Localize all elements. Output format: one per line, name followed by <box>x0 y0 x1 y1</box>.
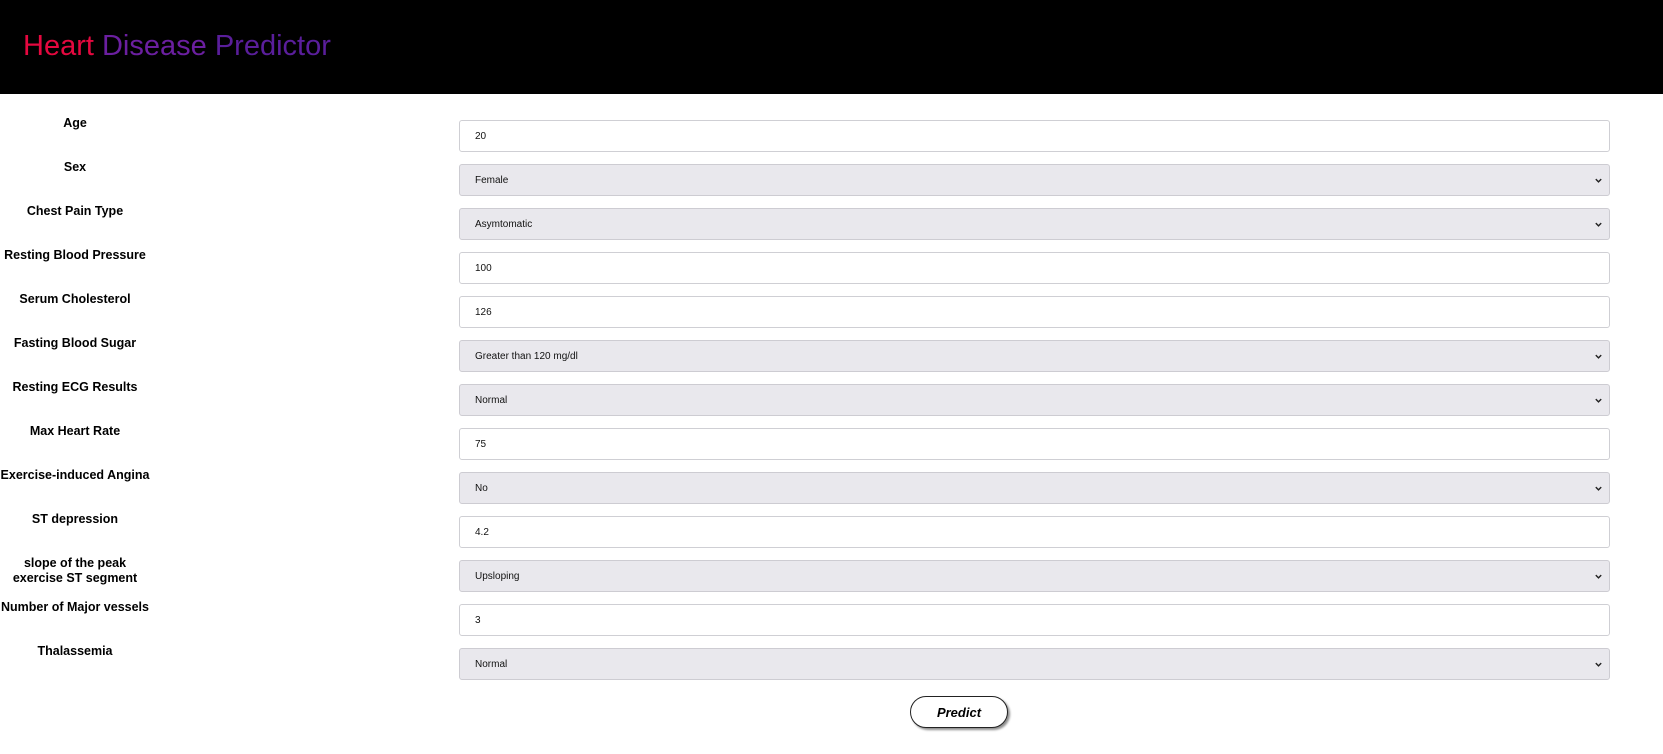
max-heart-rate-label: Max Heart Rate <box>29 424 121 438</box>
resting-ecg-value: Normal <box>475 394 508 406</box>
age-value: 20 <box>475 130 487 142</box>
form-row-st-depression: ST depression 4.2 <box>0 510 1663 554</box>
thalassemia-value: Normal <box>475 658 508 670</box>
cholesterol-value: 126 <box>475 306 492 318</box>
sex-select[interactable]: Female <box>459 164 1610 196</box>
form-row-angina: Exercise-induced Angina No <box>0 466 1663 510</box>
resting-bp-value: 100 <box>475 262 492 274</box>
max-heart-rate-value: 75 <box>475 438 487 450</box>
st-depression-label: ST depression <box>31 512 119 526</box>
predict-button[interactable]: Predict <box>910 696 1008 728</box>
form-row-age: Age 20 <box>0 114 1663 158</box>
chevron-down-icon <box>1595 574 1602 579</box>
form-row-thalassemia: Thalassemia Normal <box>0 642 1663 686</box>
chevron-down-icon <box>1595 662 1602 667</box>
fasting-sugar-label: Fasting Blood Sugar <box>13 336 137 350</box>
age-input[interactable]: 20 <box>459 120 1610 152</box>
title-word-heart: Heart <box>23 30 94 62</box>
title-word-disease: Disease <box>101 30 207 62</box>
st-slope-label: slope of the peak exercise ST segment <box>12 556 138 585</box>
chevron-down-icon <box>1595 486 1602 491</box>
chest-pain-value: Asymtomatic <box>475 218 533 230</box>
major-vessels-label: Number of Major vessels <box>1 600 149 614</box>
age-label: Age <box>63 116 87 130</box>
angina-value: No <box>475 482 488 494</box>
angina-select[interactable]: No <box>459 472 1610 504</box>
form-row-major-vessels: Number of Major vessels 3 <box>0 598 1663 642</box>
form-row-fasting-sugar: Fasting Blood Sugar Greater than 120 mg/… <box>0 334 1663 378</box>
st-depression-input[interactable]: 4.2 <box>459 516 1610 548</box>
form-row-chest-pain: Chest Pain Type Asymtomatic <box>0 202 1663 246</box>
fasting-sugar-value: Greater than 120 mg/dl <box>475 350 578 362</box>
form-row-cholesterol: Serum Cholesterol 126 <box>0 290 1663 334</box>
fasting-sugar-select[interactable]: Greater than 120 mg/dl <box>459 340 1610 372</box>
cholesterol-input[interactable]: 126 <box>459 296 1610 328</box>
chevron-down-icon <box>1595 398 1602 403</box>
chevron-down-icon <box>1595 354 1602 359</box>
thalassemia-select[interactable]: Normal <box>459 648 1610 680</box>
form-row-resting-ecg: Resting ECG Results Normal <box>0 378 1663 422</box>
chest-pain-select[interactable]: Asymtomatic <box>459 208 1610 240</box>
app-header: Heart Disease Predictor <box>0 0 1663 94</box>
st-depression-value: 4.2 <box>475 526 489 538</box>
chevron-down-icon <box>1595 222 1602 227</box>
form-row-max-heart-rate: Max Heart Rate 75 <box>0 422 1663 466</box>
cholesterol-label: Serum Cholesterol <box>19 292 131 306</box>
sex-value: Female <box>475 174 509 186</box>
form-row-sex: Sex Female <box>0 158 1663 202</box>
chevron-down-icon <box>1595 178 1602 183</box>
major-vessels-input[interactable]: 3 <box>459 604 1610 636</box>
angina-label: Exercise-induced Angina <box>0 468 150 482</box>
st-slope-value: Upsloping <box>475 570 520 582</box>
form-row-st-slope: slope of the peak exercise ST segment Up… <box>0 554 1663 598</box>
chest-pain-label: Chest Pain Type <box>26 204 124 218</box>
app-title: Heart Disease Predictor <box>23 29 331 63</box>
resting-ecg-select[interactable]: Normal <box>459 384 1610 416</box>
title-word-predictor: Predictor <box>214 30 331 62</box>
thalassemia-label: Thalassemia <box>37 644 113 658</box>
sex-label: Sex <box>63 160 87 174</box>
major-vessels-value: 3 <box>475 614 481 626</box>
resting-bp-input[interactable]: 100 <box>459 252 1610 284</box>
resting-bp-label: Resting Blood Pressure <box>4 248 146 262</box>
resting-ecg-label: Resting ECG Results <box>12 380 138 394</box>
max-heart-rate-input[interactable]: 75 <box>459 428 1610 460</box>
form-row-resting-bp: Resting Blood Pressure 100 <box>0 246 1663 290</box>
st-slope-select[interactable]: Upsloping <box>459 560 1610 592</box>
